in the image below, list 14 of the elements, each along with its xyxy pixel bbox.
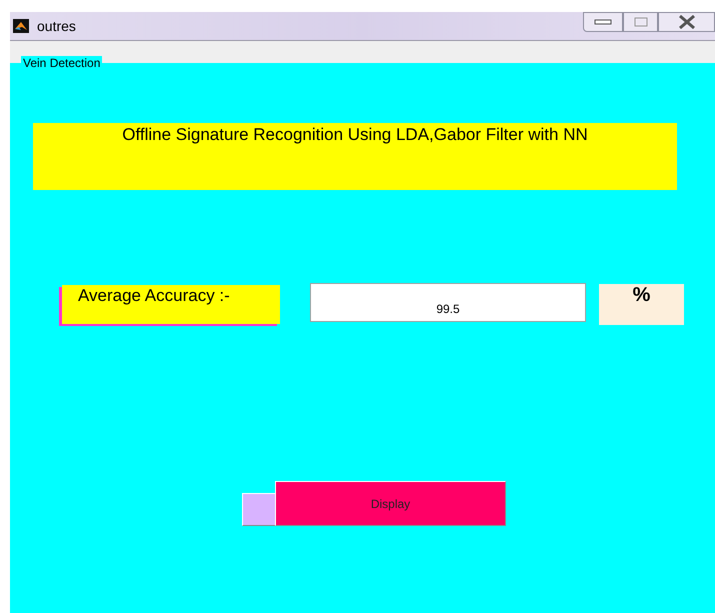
heading-text: Offline Signature Recognition Using LDA,Gabor Filter with NN bbox=[33, 123, 677, 190]
close-icon bbox=[678, 15, 696, 29]
maximize-icon bbox=[634, 17, 648, 27]
display-button[interactable]: Display bbox=[275, 481, 506, 526]
panel-title: Vein Detection bbox=[21, 56, 102, 70]
blank-button[interactable] bbox=[242, 493, 276, 526]
unit-label: % bbox=[599, 284, 684, 325]
accuracy-field[interactable]: 99.5 bbox=[310, 283, 586, 322]
app-logo-icon bbox=[13, 19, 29, 33]
close-button[interactable] bbox=[658, 12, 715, 32]
window-title: outres bbox=[37, 18, 76, 34]
minimize-icon bbox=[594, 19, 612, 25]
accuracy-label: Average Accuracy :- bbox=[62, 285, 280, 324]
minimize-button[interactable] bbox=[583, 12, 623, 32]
